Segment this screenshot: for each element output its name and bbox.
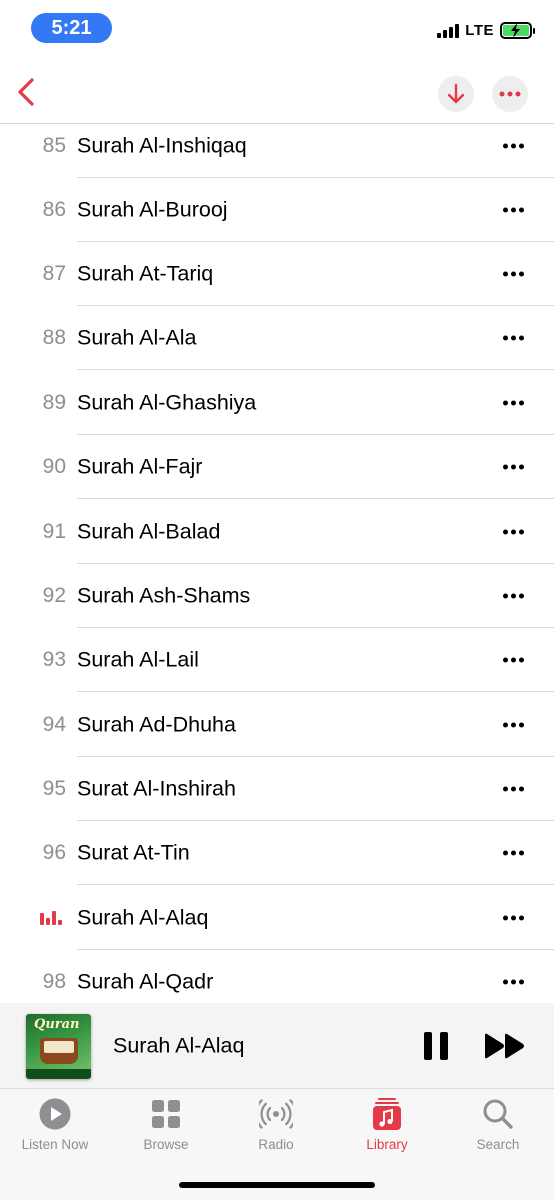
play-circle-icon bbox=[39, 1098, 71, 1130]
track-title: Surat At-Tin bbox=[77, 840, 190, 865]
now-playing-title: Surah Al-Alaq bbox=[113, 1033, 245, 1057]
track-number: 92 bbox=[42, 584, 66, 607]
track-more-button[interactable] bbox=[503, 593, 524, 599]
track-number: 98 bbox=[42, 970, 66, 993]
artwork-quran-book-icon bbox=[40, 1038, 78, 1064]
track-title: Surah Al-Fajr bbox=[77, 454, 203, 479]
mini-player[interactable]: Quran Surah Al-Alaq bbox=[0, 1003, 554, 1089]
now-playing-equalizer-icon bbox=[40, 911, 62, 925]
tab-radio[interactable]: Radio bbox=[221, 1097, 331, 1167]
status-indicators: LTE bbox=[437, 22, 535, 39]
track-title: Surah Al-Ghashiya bbox=[77, 390, 257, 415]
track-row[interactable]: 94 Surah Ad-Dhuha bbox=[0, 693, 554, 757]
radio-waves-icon bbox=[259, 1099, 293, 1129]
home-indicator[interactable] bbox=[179, 1182, 375, 1188]
track-number: 94 bbox=[42, 713, 66, 736]
track-number: 87 bbox=[42, 262, 66, 285]
track-more-button[interactable] bbox=[503, 335, 524, 341]
track-row[interactable]: 96 Surat At-Tin bbox=[0, 821, 554, 885]
track-number: 91 bbox=[42, 520, 66, 543]
back-button[interactable] bbox=[8, 74, 44, 110]
tab-library[interactable]: Library bbox=[332, 1097, 442, 1167]
track-more-button[interactable] bbox=[503, 722, 524, 728]
grid-icon bbox=[152, 1100, 180, 1128]
download-button[interactable] bbox=[438, 76, 474, 112]
artwork-strip bbox=[26, 1069, 91, 1079]
tab-label: Search bbox=[476, 1137, 520, 1152]
row-divider bbox=[77, 369, 554, 370]
track-more-button[interactable] bbox=[503, 529, 524, 535]
track-row[interactable]: 92 Surah Ash-Shams bbox=[0, 564, 554, 628]
network-type: LTE bbox=[465, 22, 494, 39]
tab-label: Library bbox=[366, 1137, 408, 1152]
track-more-button[interactable] bbox=[503, 979, 524, 985]
track-row[interactable]: 85 Surah Al-Inshiqaq bbox=[0, 114, 554, 178]
track-row[interactable]: 89 Surah Al-Ghashiya bbox=[0, 371, 554, 435]
album-artwork: Quran bbox=[26, 1014, 91, 1079]
tab-browse[interactable]: Browse bbox=[111, 1097, 221, 1167]
track-title: Surah Al-Ala bbox=[77, 325, 197, 350]
track-row[interactable]: 95 Surat Al-Inshirah bbox=[0, 757, 554, 821]
tab-listen-now[interactable]: Listen Now bbox=[0, 1097, 110, 1167]
track-title: Surah Al-Burooj bbox=[77, 197, 228, 222]
track-row[interactable]: 91 Surah Al-Balad bbox=[0, 500, 554, 564]
track-title: Surah Al-Qadr bbox=[77, 969, 214, 994]
tab-label: Browse bbox=[143, 1137, 189, 1152]
tab-label: Listen Now bbox=[21, 1137, 89, 1152]
track-title: Surah Ad-Dhuha bbox=[77, 712, 236, 737]
music-library-icon bbox=[373, 1098, 401, 1130]
track-more-button[interactable] bbox=[503, 400, 524, 406]
track-number: 86 bbox=[42, 198, 66, 221]
track-number: 88 bbox=[42, 326, 66, 349]
track-more-button[interactable] bbox=[503, 915, 524, 921]
status-time[interactable]: 5:21 bbox=[31, 13, 112, 43]
track-number: 89 bbox=[42, 391, 66, 414]
track-more-button[interactable] bbox=[503, 850, 524, 856]
pause-button[interactable] bbox=[424, 1032, 448, 1060]
track-row-now-playing[interactable]: Surah Al-Alaq bbox=[0, 886, 554, 950]
track-number: 96 bbox=[42, 841, 66, 864]
track-title: Surah Ash-Shams bbox=[77, 583, 251, 608]
track-title: Surah Al-Balad bbox=[77, 519, 221, 544]
track-number: 85 bbox=[42, 134, 66, 157]
pause-icon bbox=[424, 1032, 432, 1060]
track-title: Surat Al-Inshirah bbox=[77, 776, 236, 801]
search-icon bbox=[483, 1099, 513, 1129]
track-title: Surah Al-Alaq bbox=[77, 905, 209, 930]
track-row[interactable]: 93 Surah Al-Lail bbox=[0, 628, 554, 692]
cellular-signal-icon bbox=[437, 23, 460, 38]
download-arrow-icon bbox=[447, 83, 465, 104]
row-divider bbox=[77, 691, 554, 692]
artwork-title: Quran bbox=[34, 1017, 80, 1032]
ellipsis-icon bbox=[499, 91, 521, 97]
track-more-button[interactable] bbox=[503, 657, 524, 663]
track-more-button[interactable] bbox=[503, 143, 524, 149]
track-more-button[interactable] bbox=[503, 207, 524, 213]
row-divider bbox=[77, 884, 554, 885]
tab-search[interactable]: Search bbox=[443, 1097, 553, 1167]
charging-bolt-icon bbox=[511, 23, 520, 38]
track-number: 93 bbox=[42, 648, 66, 671]
status-bar: 5:21 LTE bbox=[0, 0, 554, 60]
fast-forward-icon[interactable] bbox=[484, 1033, 526, 1059]
track-more-button[interactable] bbox=[503, 271, 524, 277]
track-more-button[interactable] bbox=[503, 464, 524, 470]
more-options-button[interactable] bbox=[492, 76, 528, 112]
track-title: Surah Al-Inshiqaq bbox=[77, 133, 247, 158]
track-number: 90 bbox=[42, 455, 66, 478]
track-number: 95 bbox=[42, 777, 66, 800]
track-title: Surah Al-Lail bbox=[77, 647, 199, 672]
battery-icon bbox=[500, 22, 535, 39]
row-divider bbox=[77, 498, 554, 499]
track-more-button[interactable] bbox=[503, 786, 524, 792]
track-row[interactable]: 87 Surah At-Tariq bbox=[0, 242, 554, 306]
track-row[interactable]: 90 Surah Al-Fajr bbox=[0, 435, 554, 499]
chevron-left-icon bbox=[18, 78, 34, 106]
pause-icon bbox=[440, 1032, 448, 1060]
tab-bar: Listen Now Browse Radio Library Search bbox=[0, 1089, 554, 1200]
track-row[interactable]: 88 Surah Al-Ala bbox=[0, 306, 554, 370]
track-title: Surah At-Tariq bbox=[77, 261, 214, 286]
tab-label: Radio bbox=[258, 1137, 294, 1152]
track-row[interactable]: 86 Surah Al-Burooj bbox=[0, 178, 554, 242]
